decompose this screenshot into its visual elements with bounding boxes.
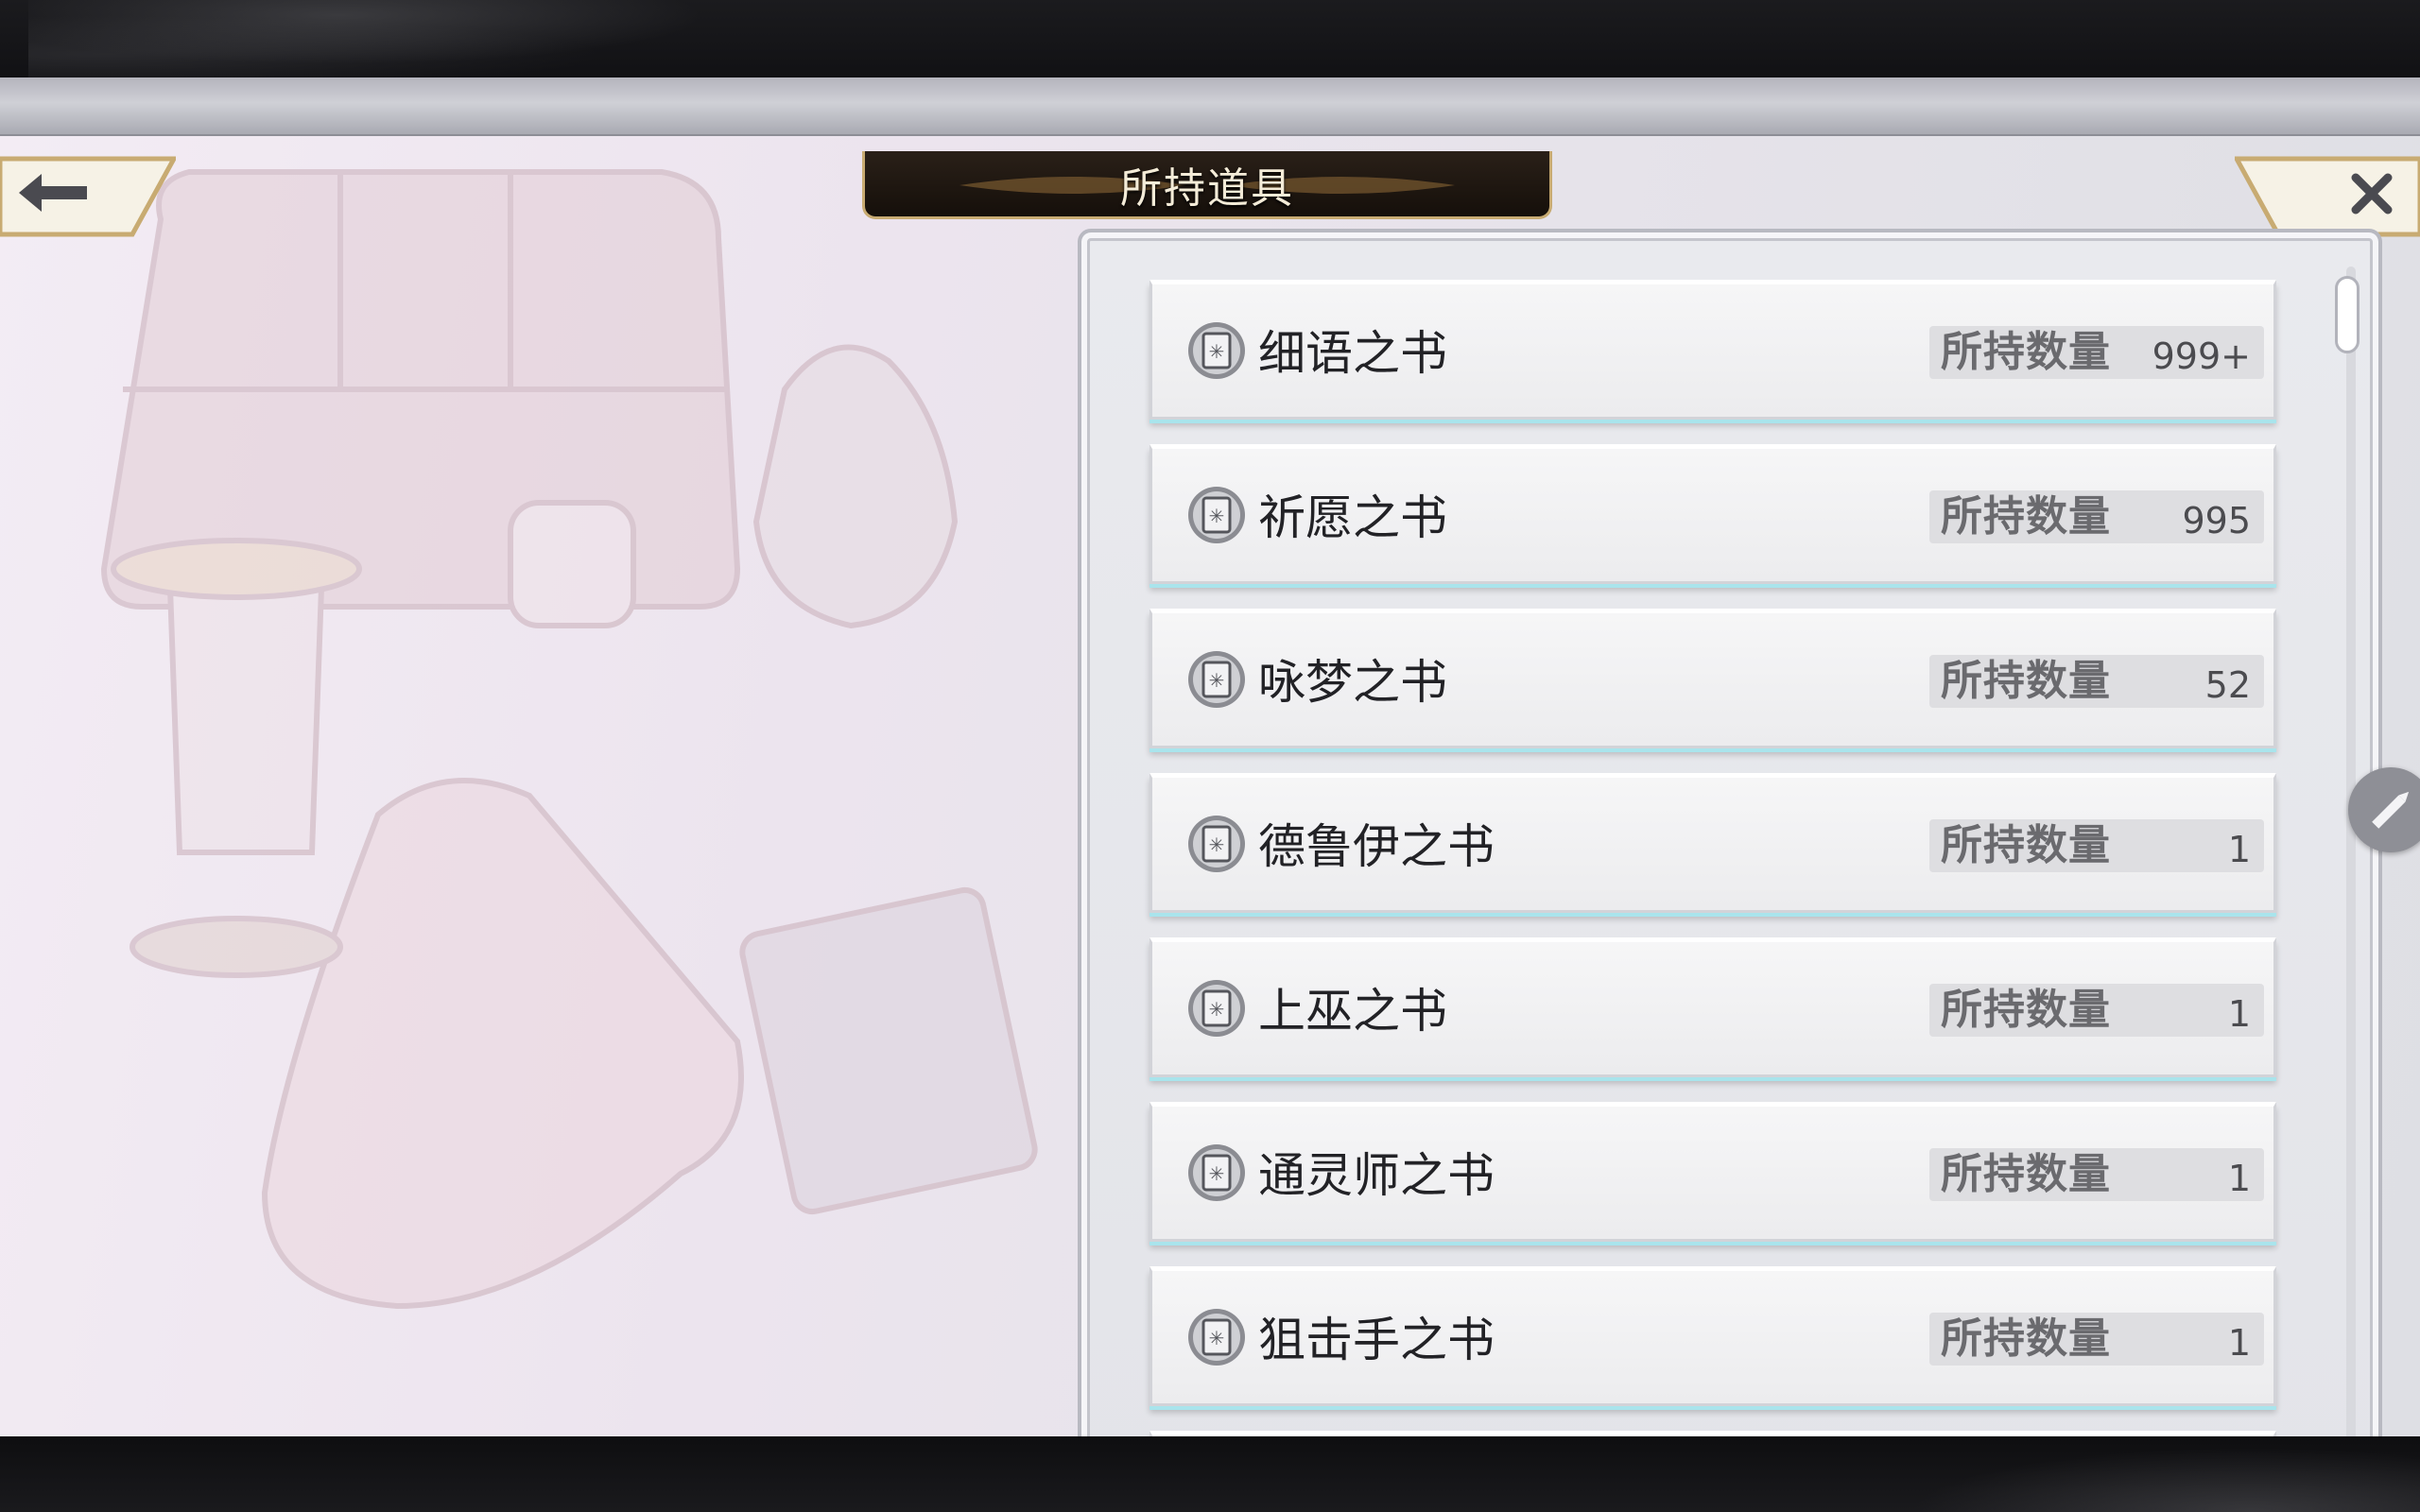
close-button[interactable] <box>2232 155 2420 238</box>
list-item[interactable]: ✳ 上巫之书 所持数量 1 <box>1150 937 2276 1077</box>
count-box: 所持数量 995 <box>1929 490 2264 543</box>
count-value: 999+ <box>2152 335 2251 377</box>
count-box: 所持数量 1 <box>1929 984 2264 1037</box>
count-label: 所持数量 <box>1941 1314 2111 1363</box>
back-button[interactable] <box>0 155 179 238</box>
list-item[interactable]: ✳ 德鲁伊之书 所持数量 1 <box>1150 773 2276 913</box>
book-icon: ✳ <box>1188 487 1245 543</box>
count-label: 所持数量 <box>1941 821 2111 869</box>
inventory-screen: ✳ 细语之书 所持数量 999+ ✳ 祈愿之书 所持数量 995 ✳ 咏梦之书 … <box>0 77 2420 1436</box>
count-box: 所持数量 1 <box>1929 1148 2264 1201</box>
list-item[interactable]: ✳ 祈愿之书 所持数量 995 <box>1150 444 2276 584</box>
svg-text:✳: ✳ <box>1209 833 1225 856</box>
item-list: ✳ 细语之书 所持数量 999+ ✳ 祈愿之书 所持数量 995 ✳ 咏梦之书 … <box>1081 266 2367 1436</box>
count-value: 995 <box>2182 500 2251 541</box>
item-name: 细语之书 <box>1258 326 1447 381</box>
count-value: 1 <box>2227 829 2251 870</box>
background-illustration <box>100 169 1038 1310</box>
count-value: 1 <box>2227 1158 2251 1199</box>
book-icon: ✳ <box>1188 1144 1245 1201</box>
edit-button[interactable] <box>2348 767 2420 852</box>
page-title: 所持道具 <box>1120 163 1294 213</box>
scrollbar-thumb[interactable] <box>2335 276 2360 353</box>
count-label: 所持数量 <box>1941 492 2111 541</box>
count-label: 所持数量 <box>1941 986 2111 1034</box>
item-list-panel: ✳ 细语之书 所持数量 999+ ✳ 祈愿之书 所持数量 995 ✳ 咏梦之书 … <box>1078 229 2382 1436</box>
item-name: 上巫之书 <box>1258 984 1447 1039</box>
list-item[interactable]: ✳ 通灵师之书 所持数量 1 <box>1150 1102 2276 1242</box>
item-name: 德鲁伊之书 <box>1258 819 1495 874</box>
count-box: 所持数量 1 <box>1929 819 2264 872</box>
title-plate: 所持道具 <box>862 151 1552 219</box>
book-icon: ✳ <box>1188 322 1245 379</box>
pencil-icon <box>2372 791 2410 829</box>
svg-text:✳: ✳ <box>1209 669 1225 692</box>
book-icon: ✳ <box>1188 651 1245 708</box>
bottom-ornament <box>1853 1436 2420 1512</box>
count-value: 52 <box>2204 664 2251 706</box>
svg-text:✳: ✳ <box>1209 505 1225 527</box>
count-box: 所持数量 52 <box>1929 655 2264 708</box>
list-item[interactable]: ✳ 咏梦之书 所持数量 52 <box>1150 609 2276 748</box>
count-label: 所持数量 <box>1941 657 2111 705</box>
top-bar <box>0 0 2420 77</box>
count-label: 所持数量 <box>1941 328 2111 376</box>
item-name: 狙击手之书 <box>1258 1313 1495 1367</box>
book-icon: ✳ <box>1188 1309 1245 1366</box>
book-icon: ✳ <box>1188 816 1245 872</box>
list-item[interactable]: ✳ 细语之书 所持数量 999+ <box>1150 280 2276 420</box>
bottom-bar <box>0 1436 2420 1512</box>
item-name: 咏梦之书 <box>1258 655 1447 710</box>
svg-text:✳: ✳ <box>1209 1162 1225 1185</box>
svg-text:✳: ✳ <box>1209 340 1225 363</box>
book-icon: ✳ <box>1188 980 1245 1037</box>
top-ornament <box>28 0 804 77</box>
svg-text:✳: ✳ <box>1209 998 1225 1021</box>
item-name: 通灵师之书 <box>1258 1148 1495 1203</box>
list-item[interactable]: ✳ 狙击手之书 所持数量 1 <box>1150 1266 2276 1406</box>
svg-text:✳: ✳ <box>1209 1327 1225 1349</box>
count-box: 所持数量 999+ <box>1929 326 2264 379</box>
count-box: 所持数量 1 <box>1929 1313 2264 1366</box>
count-label: 所持数量 <box>1941 1150 2111 1198</box>
count-value: 1 <box>2227 1322 2251 1364</box>
count-value: 1 <box>2227 993 2251 1035</box>
item-name: 祈愿之书 <box>1258 490 1447 545</box>
